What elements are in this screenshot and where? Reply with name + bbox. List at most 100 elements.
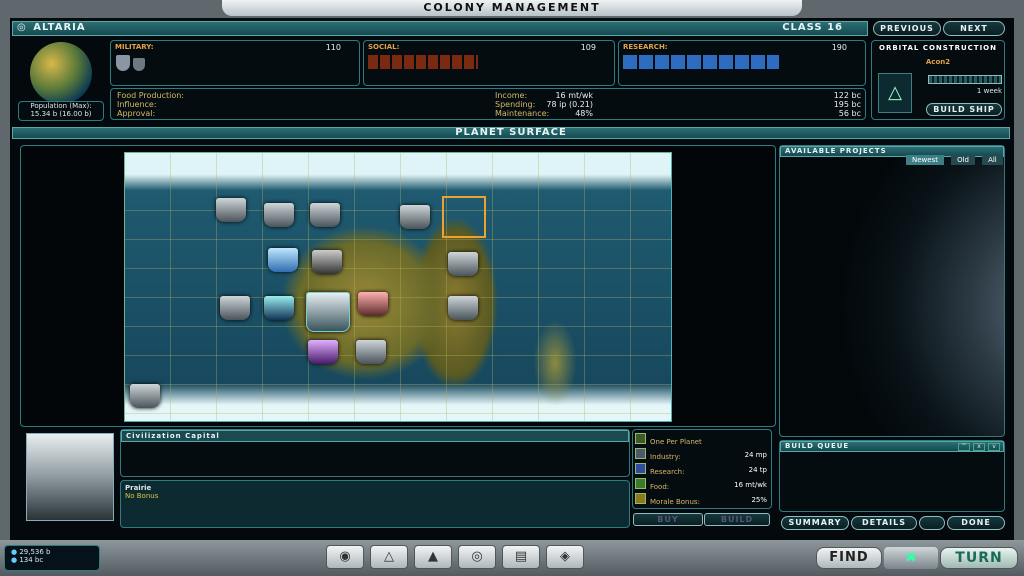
capital-building[interactable]	[306, 292, 350, 332]
industry-icon	[635, 448, 646, 459]
previous-button[interactable]: Previous	[873, 21, 941, 36]
research-icons	[623, 55, 779, 69]
economy-panel: Food Production: 16 mt/wk Influence: 78 …	[110, 88, 866, 120]
tile-name: Civilization Capital	[126, 432, 220, 440]
tab-all[interactable]: All	[982, 155, 1003, 165]
research-panel: Research: 190	[618, 40, 866, 86]
factory-building[interactable]	[220, 296, 250, 320]
spending-value: 195 bc	[833, 100, 861, 109]
queue-up-icon[interactable]: ^	[958, 443, 970, 451]
build-ship-button[interactable]: Build Ship	[926, 103, 1002, 116]
maintenance-label: Maintenance:	[495, 109, 550, 118]
next-button[interactable]: Next	[943, 21, 1005, 36]
factory-building[interactable]	[400, 205, 430, 229]
build-time: 1 week	[976, 87, 1002, 95]
project-filter-tabs: Newest Old All	[904, 147, 1003, 166]
research-flask-icon[interactable]: △	[370, 545, 408, 569]
dome-building[interactable]	[264, 296, 294, 320]
stat-label: Research:	[650, 468, 685, 476]
military-shield-icon	[116, 55, 130, 71]
factory-building[interactable]	[130, 384, 160, 408]
stat-value: 24 tp	[748, 465, 767, 474]
build-queue-panel: Build Queue ^ x v	[779, 440, 1005, 512]
stat-value: 24 mp	[744, 450, 767, 459]
planet-name: Altaria	[33, 22, 86, 33]
queue-remove-icon[interactable]: x	[973, 443, 985, 451]
tab-old[interactable]: Old	[951, 155, 975, 165]
factory-building[interactable]	[448, 296, 478, 320]
stat-label: Industry:	[650, 453, 681, 461]
empire-credits: ● 134 bc	[5, 556, 99, 564]
empire-population-value: 29,536 b	[19, 548, 51, 556]
morale-icon	[635, 493, 646, 504]
empire-credits-value: 134 bc	[19, 556, 44, 564]
planets-icon[interactable]: ◉	[326, 545, 364, 569]
end-turn-emblem-icon: ✖	[884, 547, 938, 569]
planet-globe[interactable]	[30, 42, 92, 104]
factory-building[interactable]	[358, 292, 388, 316]
stat-value: 16 mt/wk	[734, 480, 767, 489]
influence-label: Influence:	[117, 100, 157, 109]
available-projects-title: Available Projects	[785, 147, 887, 155]
terrain-panel: Prairie No Bonus	[120, 480, 630, 528]
population-box: Population (Max): 15.34 b (16.00 b)	[18, 101, 104, 121]
queue-toggle-button[interactable]	[919, 516, 945, 530]
summary-button[interactable]: Summary	[781, 516, 849, 530]
military-shield-icon	[133, 58, 145, 71]
build-progress-bar	[928, 75, 1002, 84]
approval-label: Approval:	[117, 109, 156, 118]
orbital-construction-title: Orbital Construction	[879, 44, 997, 52]
buy-button[interactable]: Buy	[633, 513, 703, 526]
map-grid	[124, 152, 672, 422]
population-label: Population (Max):	[30, 102, 92, 110]
planet-surface-header: Planet Surface	[12, 127, 1010, 139]
military-panel: Military: 110	[110, 40, 360, 86]
government-icon[interactable]: ▲	[414, 545, 452, 569]
income-label: Income:	[495, 91, 528, 100]
stat-row-morale: Morale Bonus: 25%	[633, 492, 771, 507]
empire-population: ● 29,536 b	[5, 546, 99, 556]
factory-building[interactable]	[448, 252, 478, 276]
planet-icon: ◎	[17, 22, 27, 33]
build-queue-header: Build Queue	[780, 441, 1004, 452]
tile-image	[26, 433, 114, 521]
temple-building[interactable]	[308, 340, 338, 364]
done-button[interactable]: Done	[947, 516, 1005, 530]
social-value: 109	[580, 43, 596, 52]
spending-label: Spending:	[495, 100, 536, 109]
research-icon	[635, 463, 646, 474]
ship-building[interactable]	[312, 250, 342, 274]
social-panel: Social: 109	[363, 40, 615, 86]
social-label: Social:	[368, 43, 400, 51]
stat-label: One Per Planet	[650, 438, 702, 446]
end-turn-button[interactable]: TURN	[940, 547, 1018, 569]
queue-down-icon[interactable]: v	[988, 443, 1000, 451]
build-queue-title: Build Queue	[785, 442, 850, 450]
limit-icon	[635, 433, 646, 444]
tile-selection-highlight[interactable]	[442, 196, 486, 238]
tab-newest[interactable]: Newest	[906, 155, 944, 165]
factory-building[interactable]	[216, 198, 246, 222]
ship-icon: △	[878, 73, 912, 113]
available-projects-panel: Available Projects Newest Old All	[779, 145, 1005, 437]
planet-class: Class 16	[782, 22, 843, 33]
find-button[interactable]: FIND	[816, 547, 882, 569]
factory-building[interactable]	[264, 203, 294, 227]
population-value: 15.34 b (16.00 b)	[30, 110, 92, 118]
dome-building[interactable]	[268, 248, 298, 272]
details-button[interactable]: Details	[851, 516, 917, 530]
food-icon	[635, 478, 646, 489]
galaxy-icon[interactable]: ◎	[458, 545, 496, 569]
stat-row-food: Food: 16 mt/wk	[633, 477, 771, 492]
terrain-bonus: No Bonus	[125, 492, 159, 500]
food-production-label: Food Production:	[117, 91, 184, 100]
diplomacy-icon[interactable]: ◈	[546, 545, 584, 569]
income-value: 122 bc	[833, 91, 861, 100]
chart-icon[interactable]: ▤	[502, 545, 540, 569]
empire-summary-box: ● 29,536 b ● 134 bc	[4, 545, 100, 571]
research-label: Research:	[623, 43, 668, 51]
planet-header: ◎ Altaria Class 16	[12, 21, 868, 36]
factory-building[interactable]	[356, 340, 386, 364]
build-button[interactable]: Build	[704, 513, 770, 526]
factory-building[interactable]	[310, 203, 340, 227]
